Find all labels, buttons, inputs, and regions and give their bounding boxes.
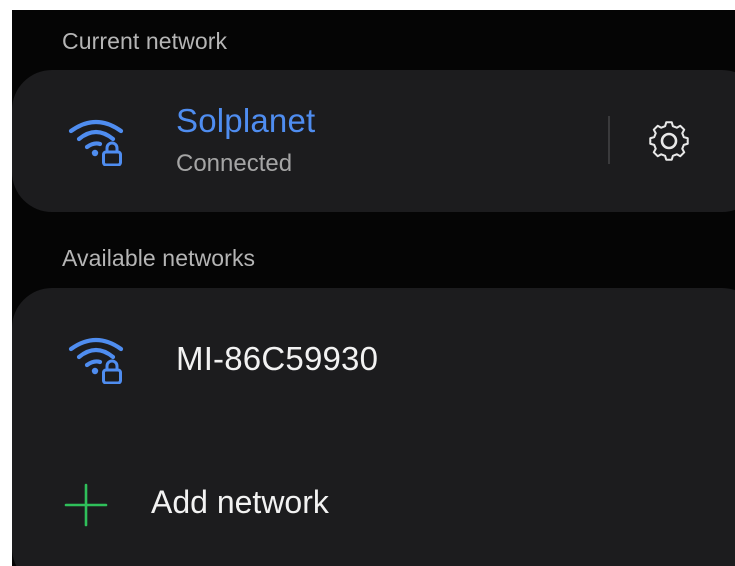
current-network-name: Solplanet	[176, 102, 316, 139]
gear-icon[interactable]	[644, 116, 694, 166]
current-network-heading: Current network	[62, 28, 228, 54]
wifi-lock-icon	[68, 119, 124, 166]
available-networks-heading: Available networks	[62, 245, 256, 271]
add-network-label: Add network	[151, 484, 329, 520]
add-network-button[interactable]: Add network	[12, 438, 735, 566]
wifi-lock-icon	[68, 337, 124, 384]
plus-icon	[64, 483, 108, 527]
available-networks-card: MI-86C59930 Add network	[12, 288, 735, 566]
network-item-mi-86c59930[interactable]: MI-86C59930	[12, 288, 735, 438]
current-network-card[interactable]: Solplanet Connected	[12, 70, 735, 212]
network-name: MI-86C59930	[176, 340, 379, 377]
wifi-settings-screen: Current network Solplanet Connected Avai…	[12, 10, 735, 566]
divider	[608, 116, 610, 164]
connection-status: Connected	[176, 150, 293, 177]
